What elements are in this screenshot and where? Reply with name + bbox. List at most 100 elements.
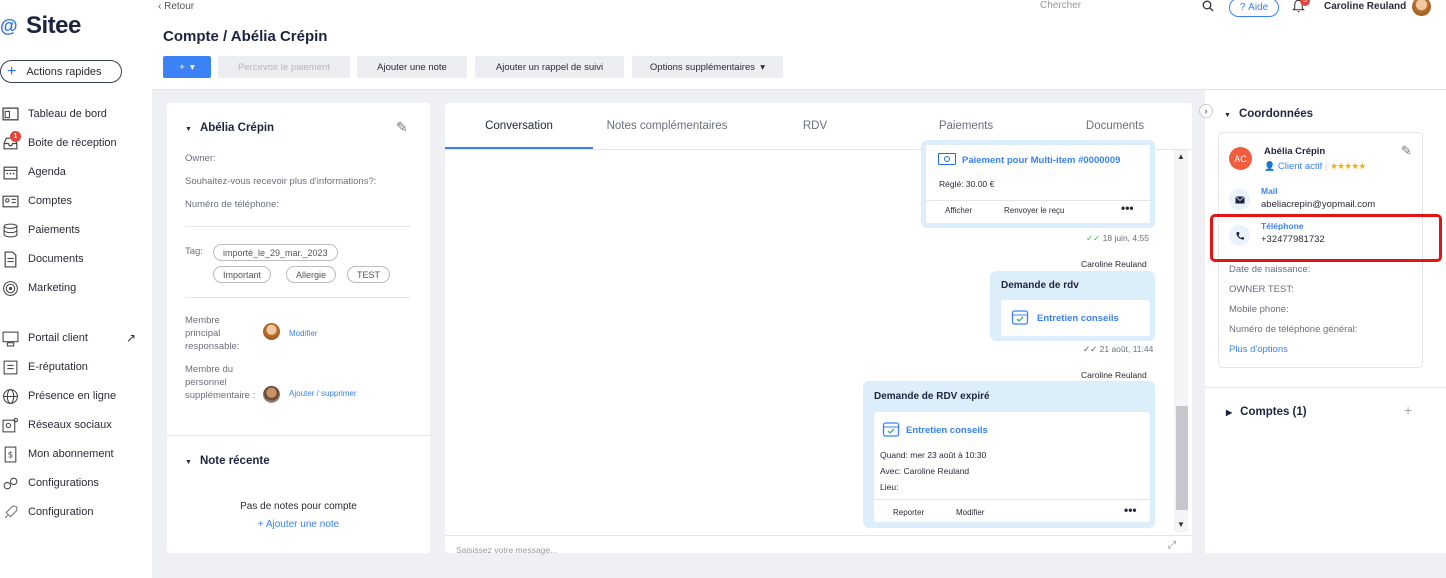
user-name[interactable]: Caroline Reuland [1324,1,1406,12]
contact-name-header[interactable]: ▼ Abélia Crépin [185,122,274,134]
sidebar-item-e-reputation[interactable]: E-réputation [0,357,150,377]
calendar-check-icon [1011,308,1029,329]
tag-chip[interactable]: Allergie [286,266,337,283]
sidebar-item-dashboard[interactable]: Tableau de bord [0,104,150,124]
sidebar-item-inbox[interactable]: 1 Boite de réception [0,131,150,153]
owner-field: Owner: [185,153,216,164]
tab-conversation[interactable]: Conversation [445,103,593,149]
sidebar-item-documents[interactable]: Documents [0,249,150,269]
sidebar-item-label: Comptes [28,195,73,207]
expired-service-row[interactable]: Entretien conseils [882,420,988,441]
accounts-icon [0,193,20,209]
coordinates-header[interactable]: ▼ Coordonnées [1224,108,1313,120]
accounts-header[interactable]: ▶ Comptes (1) [1226,406,1307,418]
sidebar-item-payments[interactable]: Paiements [0,220,150,240]
divider [185,226,410,227]
more-dots-icon[interactable]: ••• [1121,201,1134,215]
scroll-down-icon[interactable]: ▼ [1177,520,1185,529]
logo-icon: @ [0,16,18,36]
contact-name: Abélia Crépin [199,122,275,134]
phone-highlight-box [1210,214,1442,262]
recent-note-header[interactable]: ▼ Note récente [185,455,270,467]
edit-appointment-button[interactable]: Modifier [956,508,984,517]
view-button[interactable]: Afficher [945,206,972,215]
message-time: ✓✓ 18 juin, 4:55 [1086,233,1149,244]
sidebar-item-online-presence[interactable]: Présence en ligne [0,386,150,406]
sidebar-item-label: Portail client [28,332,88,344]
add-note-link[interactable]: + Ajouter une note [167,519,430,530]
sidebar-item-client-portal[interactable]: Portail client ↗ [0,328,150,348]
add-account-icon[interactable]: + [1404,402,1412,418]
sidebar-item-accounts[interactable]: Comptes [0,191,150,211]
expired-card-title: Demande de RDV expiré [874,391,990,402]
payment-title-row[interactable]: Paiement pour Multi-item #0000009 [938,153,1120,168]
plus-dropdown-button[interactable]: + ▾ [163,56,211,78]
message-author: Caroline Reuland [1081,370,1147,380]
modify-member-link[interactable]: Modifier [289,329,317,338]
tag-chip[interactable]: importé_le_29_mar._2023 [213,244,338,261]
expired-service-name: Entretien conseils [906,425,988,436]
edit-pencil-icon[interactable]: ✎ [396,119,408,136]
resend-receipt-button[interactable]: Renvoyer le reçu [1004,206,1064,215]
sidebar-item-label: Réseaux sociaux [28,419,112,431]
search-icon[interactable] [1202,0,1214,15]
tab-rdv[interactable]: RDV [741,103,889,149]
more-options-button[interactable]: Options supplémentaires ▾ [632,56,783,78]
general-phone-field: Numéro de téléphone général: [1229,324,1358,335]
edit-pencil-icon[interactable]: ✎ [1401,143,1412,159]
add-remove-member-link[interactable]: Ajouter / supprimer [289,389,357,398]
sidebar-item-label: Agenda [28,166,66,178]
tag-label: Tag: [185,246,203,257]
tag-chip[interactable]: TEST [347,266,391,283]
rdv-service-row[interactable]: Entretien conseils [1001,300,1150,336]
more-options-label: Options supplémentaires [649,61,756,73]
double-check-icon: ✓✓ [1083,344,1098,354]
tag-chip[interactable]: Important [213,266,272,283]
sidebar-item-label: Marketing [28,282,77,294]
divider [167,435,430,436]
plus-icon: + [7,62,17,80]
coins-icon [0,222,20,238]
status-text: Client actif [1277,161,1323,172]
mail-label: Mail [1261,186,1278,196]
more-options-link[interactable]: Plus d'options [1229,344,1288,355]
scroll-up-icon[interactable]: ▲ [1177,152,1185,161]
collect-payment-button[interactable]: Percevoir le paiement [218,56,350,78]
mail-value[interactable]: abeliacrepin@yopmail.com [1261,199,1375,210]
mail-icon [1229,189,1250,210]
caret-down-icon: ▼ [185,126,192,133]
add-reminder-button[interactable]: Ajouter un rappel de suivi [475,56,624,78]
sidebar-item-label: Configurations [28,477,99,489]
sidebar-item-subscription[interactable]: $ Mon abonnement [0,444,150,464]
more-dots-icon[interactable]: ••• [1124,503,1137,517]
sidebar-item-configurations[interactable]: Configurations [0,473,150,493]
sidebar-item-configuration[interactable]: Configuration [0,502,150,522]
external-link-icon[interactable]: ↗ [126,331,136,345]
phone-field: Numéro de téléphone: [185,199,280,210]
collapse-panel-icon[interactable]: › [1199,104,1213,118]
double-check-icon: ✓✓ [1086,233,1101,243]
quick-actions-button[interactable]: + Actions rapides [0,60,122,83]
owner-test-field: OWNER TEST: [1229,284,1294,295]
postpone-button[interactable]: Reporter [893,508,924,517]
logo[interactable]: @ Sitee [0,10,81,42]
tab-notes[interactable]: Notes complémentaires [593,103,741,149]
message-input[interactable]: Saisissez votre message... [456,545,557,555]
sidebar-item-label: Boite de réception [28,137,117,149]
calendar-icon [0,164,20,180]
sidebar-item-agenda[interactable]: Agenda [0,162,150,182]
expand-icon[interactable]: ⤢ [1168,540,1176,551]
rocket-icon [0,504,20,520]
help-button[interactable]: ? Aide [1229,0,1279,17]
add-note-button[interactable]: Ajouter une note [357,56,467,78]
sidebar-item-marketing[interactable]: Marketing [0,278,150,298]
back-link[interactable]: ‹ Retour [158,1,194,12]
contact-name: Abélia Crépin [1264,146,1326,157]
accounts-title: Comptes (1) [1240,406,1307,418]
birthdate-field: Date de naissance: [1229,264,1311,275]
search-input[interactable]: Chercher [1040,0,1220,14]
sidebar-item-social-networks[interactable]: Réseaux sociaux [0,415,150,435]
social-icon [0,417,20,433]
scrollbar-thumb[interactable] [1176,406,1188,510]
help-label: Aide [1248,2,1269,13]
